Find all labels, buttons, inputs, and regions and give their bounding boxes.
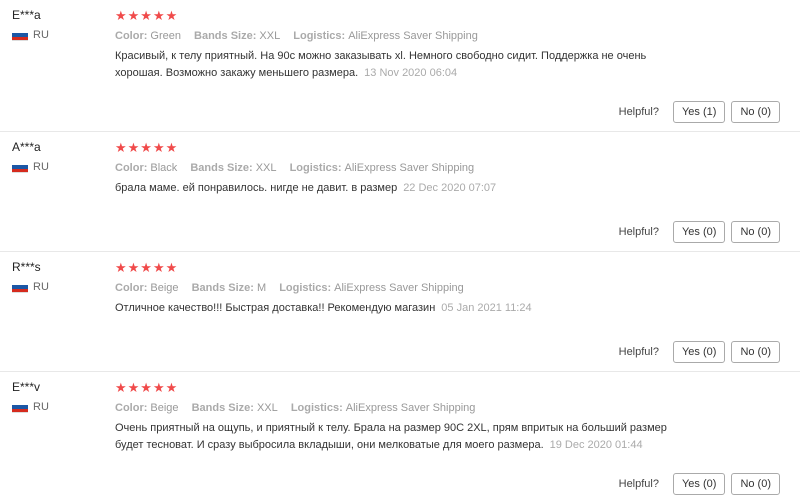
reviewer-country: RU — [12, 281, 112, 293]
logistics-key: Logistics: — [293, 30, 346, 42]
star-rating: ★★★★★ — [115, 140, 179, 155]
helpful-actions: Helpful? Yes (0) No (0) — [619, 473, 780, 495]
review-item: E***v RU ★★★★★ Color: Beige Bands Size: XX… — [0, 372, 800, 503]
logistics-value: AliExpress Saver Shipping — [345, 402, 476, 414]
size-key: Bands Size: — [194, 30, 257, 42]
review-text: Очень приятный на ощупь, и приятный к те… — [115, 420, 675, 454]
review-text: Отличное качество!!! Быстрая доставка!! … — [115, 300, 675, 317]
size-key: Bands Size: — [191, 282, 254, 294]
order-details: Color: Black Bands Size: XXL Logistics: Ali… — [115, 162, 715, 174]
review-body: ★★★★★ Color: Beige Bands Size: M Logistics… — [115, 260, 715, 317]
reviewer-country: RU — [12, 161, 112, 173]
helpful-yes-button[interactable]: Yes (0) — [672, 221, 726, 243]
country-code: RU — [33, 281, 49, 293]
review-content: Отличное качество!!! Быстрая доставка!! … — [115, 302, 436, 314]
russia-flag-icon — [12, 29, 28, 41]
helpful-yes-button[interactable]: Yes (0) — [672, 341, 726, 363]
reviewer-country: RU — [12, 401, 112, 413]
russia-flag-icon — [12, 401, 28, 413]
review-content: брала маме. ей понравилось. нигде не дав… — [115, 182, 398, 194]
reviewer-info: E***a RU — [12, 8, 112, 41]
logistics-key: Logistics: — [279, 282, 332, 294]
review-item: E***a RU ★★★★★ Color: Green Bands Size: XX… — [0, 0, 800, 132]
reviewer-info: A***a RU — [12, 140, 112, 173]
reviewer-name: E***v — [12, 380, 41, 394]
color-key: Color: — [115, 282, 148, 294]
color-key: Color: — [115, 402, 148, 414]
review-body: ★★★★★ Color: Beige Bands Size: XXL Logisti… — [115, 380, 715, 454]
color-value: Beige — [150, 402, 179, 414]
reviewer-name: E***a — [12, 8, 41, 22]
star-rating: ★★★★★ — [115, 260, 179, 275]
size-value: XXL — [259, 30, 281, 42]
helpful-label: Helpful? — [618, 478, 659, 490]
russia-flag-icon — [12, 161, 28, 173]
logistics-key: Logistics: — [289, 162, 342, 174]
helpful-no-button[interactable]: No (0) — [731, 221, 780, 243]
country-code: RU — [33, 161, 49, 173]
review-date: 13 Nov 2020 06:04 — [364, 67, 458, 79]
review-item: A***a RU ★★★★★ Color: Black Bands Size: XX… — [0, 132, 800, 252]
size-value: XXL — [256, 402, 278, 414]
order-details: Color: Beige Bands Size: XXL Logistics: Ali… — [115, 402, 715, 414]
review-date: 22 Dec 2020 07:07 — [403, 182, 497, 194]
logistics-key: Logistics: — [290, 402, 343, 414]
logistics-value: AliExpress Saver Shipping — [344, 162, 475, 174]
review-date: 19 Dec 2020 01:44 — [549, 439, 643, 451]
size-key: Bands Size: — [190, 162, 253, 174]
order-details: Color: Beige Bands Size: M Logistics: AliEx… — [115, 282, 715, 294]
review-list: E***a RU ★★★★★ Color: Green Bands Size: XX… — [0, 0, 800, 503]
reviewer-country: RU — [12, 29, 112, 41]
helpful-no-button[interactable]: No (0) — [731, 101, 780, 123]
helpful-actions: Helpful? Yes (0) No (0) — [619, 221, 780, 243]
reviewer-name: R***s — [12, 260, 41, 274]
logistics-value: AliExpress Saver Shipping — [348, 30, 478, 42]
size-value: M — [256, 282, 267, 294]
color-value: Green — [150, 30, 181, 42]
color-value: Beige — [150, 282, 179, 294]
color-key: Color: — [115, 30, 148, 42]
color-value: Black — [150, 162, 178, 174]
review-body: ★★★★★ Color: Black Bands Size: XXL Logisti… — [115, 140, 715, 197]
helpful-no-button[interactable]: No (0) — [731, 473, 780, 495]
size-key: Bands Size: — [191, 402, 254, 414]
reviewer-name: A***a — [12, 140, 41, 154]
country-code: RU — [33, 29, 49, 41]
helpful-actions: Helpful? Yes (1) No (0) — [619, 101, 780, 123]
helpful-label: Helpful? — [618, 346, 659, 358]
helpful-yes-button[interactable]: Yes (0) — [672, 473, 726, 495]
color-key: Color: — [115, 162, 148, 174]
russia-flag-icon — [12, 281, 28, 293]
review-date: 05 Jan 2021 11:24 — [441, 302, 532, 314]
star-rating: ★★★★★ — [115, 380, 179, 395]
star-rating: ★★★★★ — [115, 8, 179, 23]
reviewer-info: R***s RU — [12, 260, 112, 293]
review-body: ★★★★★ Color: Green Bands Size: XXL Logisti… — [115, 8, 715, 82]
review-item: R***s RU ★★★★★ Color: Beige Bands Size: M … — [0, 252, 800, 372]
helpful-label: Helpful? — [618, 226, 659, 238]
helpful-label: Helpful? — [618, 106, 659, 118]
helpful-no-button[interactable]: No (0) — [731, 341, 780, 363]
country-code: RU — [33, 401, 49, 413]
helpful-actions: Helpful? Yes (0) No (0) — [619, 341, 780, 363]
review-text: брала маме. ей понравилось. нигде не дав… — [115, 180, 675, 197]
order-details: Color: Green Bands Size: XXL Logistics: Ali… — [115, 30, 715, 42]
logistics-value: AliExpress Saver Shipping — [334, 282, 464, 294]
size-value: XXL — [255, 162, 277, 174]
review-text: Красивый, к телу приятный. На 90с можно … — [115, 48, 675, 82]
reviewer-info: E***v RU — [12, 380, 112, 413]
helpful-yes-button[interactable]: Yes (1) — [672, 101, 726, 123]
